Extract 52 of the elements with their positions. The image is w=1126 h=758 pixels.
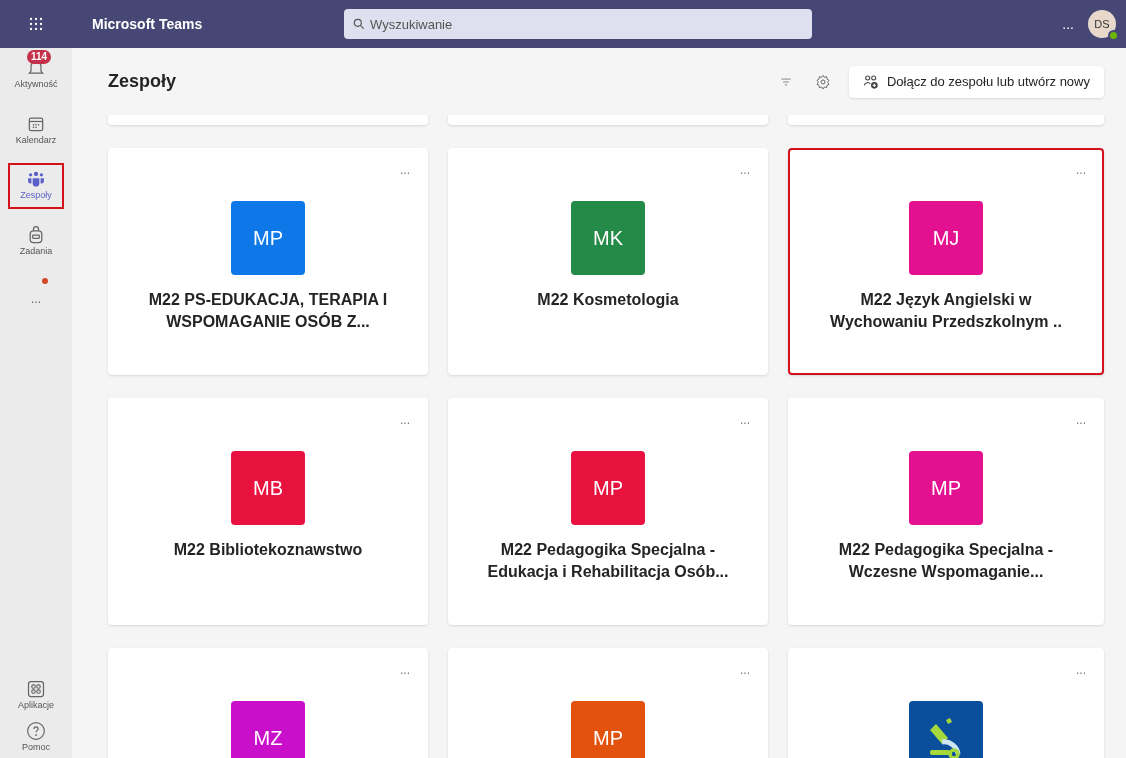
notification-badge: 114 [27,50,52,64]
help-icon [26,720,46,741]
team-avatar: MJ [909,201,983,275]
team-name: M22 Kosmetologia [536,290,680,310]
rail-item[interactable]: Kalendarz [8,107,64,153]
rail-item[interactable]: Zadania [8,218,64,264]
team-avatar: MZ [231,701,305,758]
join-or-create-team-button[interactable]: Dołącz do zespołu lub utwórz nowy [848,65,1104,98]
team-card[interactable]: ... [788,648,1104,758]
team-name: M22 Bibliotekoznawstwo [172,540,364,560]
team-avatar: MP [571,451,645,525]
apps-icon [26,679,46,699]
team-card[interactable]: ... MP M22 Pedagogika Specjalna - Wczesne Wspomaganie... [788,398,1104,625]
more-options-button[interactable]: ... [400,664,410,676]
more-options-button[interactable]: ... [400,414,410,426]
team-card[interactable]: ... MP [448,648,768,758]
more-options-button[interactable]: ... [1062,13,1074,35]
more-options-button[interactable]: ... [1076,414,1086,426]
rail-item[interactable]: 114 Aktywność [8,52,64,98]
team-card[interactable]: ... MJ M22 Język Angielski w Wychowaniu Przedszkolnym .. [788,148,1104,375]
rail-item[interactable]: Pomoc [22,720,50,754]
search-field[interactable]: Wyszukiwanie [344,9,812,39]
team-card[interactable]: ... MK M22 Kosmetologia [448,148,768,375]
rail-item[interactable]: Zespoły [8,163,64,209]
more-options-button[interactable]: ... [400,164,410,176]
more-options-button[interactable]: ... [1076,164,1086,176]
team-name: M22 Pedagogika Specjalna - Edukacja i Rehabilitacja Osób... [486,540,730,582]
rail-item[interactable]: ... [8,274,64,332]
more-options-button[interactable]: ... [740,664,750,676]
team-name: M22 PS-EDUKACJA, TERAPIA I WSPOMAGANIE OSÓB Z... [147,290,389,332]
team-name: M22 Pedagogika Specjalna - Wczesne Wspomaganie... [837,540,1055,582]
people-icon [26,169,46,189]
settings-button[interactable] [814,73,831,90]
more-options-button[interactable]: ... [1076,664,1086,676]
team-avatar: MB [231,451,305,525]
app-title: Microsoft Teams [91,14,204,34]
team-card[interactable]: ... MZ [108,648,428,758]
team-card[interactable]: ... MB M22 Bibliotekoznawstwo [108,398,428,625]
team-avatar: MK [571,201,645,275]
more-options-button[interactable]: ... [740,164,750,176]
team-avatar: MP [909,451,983,525]
team-card[interactable]: ... MP M22 Pedagogika Specjalna - Edukacja i Rehabilitacja Osób... [448,398,768,625]
team-card[interactable]: ... MP M22 PS-EDUKACJA, TERAPIA I WSPOMAGANIE OSÓB Z... [108,148,428,375]
team-name: M22 Język Angielski w Wychowaniu Przedszkolnym .. [829,290,1063,332]
user-avatar[interactable]: DS [1088,10,1116,38]
more-options-button[interactable]: ... [740,414,750,426]
team-avatar: MP [571,701,645,758]
page-title: Zespoły [108,70,177,93]
team-avatar: MP [231,201,305,275]
settings-icon [814,73,831,90]
people-add-icon [862,73,879,90]
rail-item[interactable]: Aplikacje [18,679,54,713]
